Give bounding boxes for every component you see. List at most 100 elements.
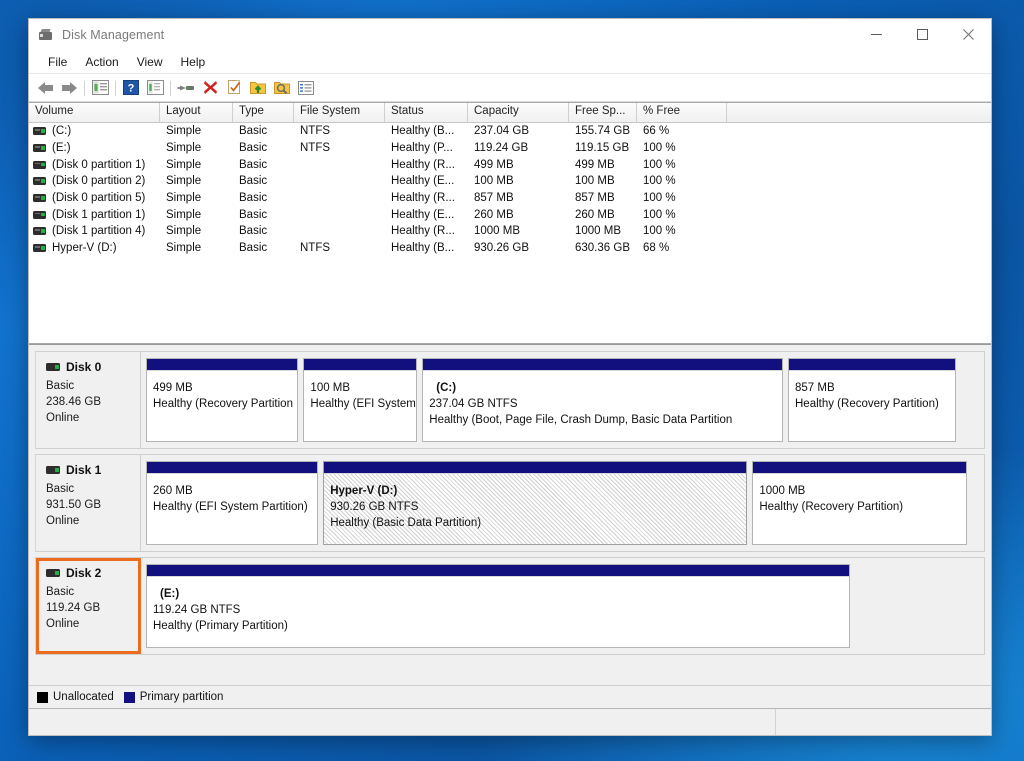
close-icon[interactable] [945,19,991,50]
disk-row-disk-2: Disk 2 Basic 119.24 GB Online (E:) 119.24 GB … [35,557,985,655]
volume-label: (Disk 1 partition 4) [52,225,146,238]
table-row[interactable]: (Disk 0 partition 2) Simple Basic Healthy (… [29,173,991,190]
column-header-type[interactable]: Type [233,103,294,122]
disk-state: Online [46,412,80,424]
maximize-icon[interactable] [899,19,945,50]
partition-status: Healthy (EFI System [310,398,416,410]
volume-label: (Disk 0 partition 2) [52,175,146,188]
toolbar: ? [29,74,991,102]
rescan-disks-icon[interactable] [222,76,246,99]
cell-free: 857 MB [575,192,615,205]
window-title-bar: Disk Management [29,19,991,50]
column-header-file-system[interactable]: File System [294,103,385,122]
cell-type: Basic [239,192,268,205]
disk-row-disk-0: Disk 0 Basic 238.46 GB Online 499 MB Healthy … [35,351,985,449]
partition-area-filler [972,461,984,545]
table-row[interactable]: (Disk 0 partition 5) Simple Basic Healthy (… [29,190,991,207]
table-row[interactable]: (Disk 1 partition 4) Simple Basic Healthy (… [29,223,991,240]
partition-block[interactable]: 100 MB Healthy (EFI System [303,358,418,442]
legend-swatch [123,691,135,703]
volume-icon [33,194,46,203]
cell-pctfree: 100 % [643,225,676,238]
cell-volume: Hyper-V (D:) [29,242,160,254]
partition-color-bar [147,462,318,474]
show-hide-console-tree-icon[interactable] [88,76,112,99]
partition-block[interactable]: (C:) 237.04 GB NTFS Healthy (Boot, Page Fi… [422,358,783,442]
column-header-layout[interactable]: Layout [160,103,233,122]
help-icon[interactable]: ? [119,76,143,99]
partition-details: 260 MB Healthy (EFI System Partition) [147,474,318,544]
cell-filesystem: NTFS [300,142,331,155]
cell-pctfree: 68 % [643,242,670,255]
cell-type: Basic [239,125,268,138]
cell-pctfree: 100 % [643,175,676,188]
menu-view[interactable]: View [128,53,172,71]
disk-info-panel[interactable]: Disk 1 Basic 931.50 GB Online [36,455,141,551]
partition-size: 100 MB [310,382,351,394]
cell-capacity: 857 MB [474,192,514,205]
minimize-icon[interactable] [853,19,899,50]
disk-name: Disk 0 [46,360,140,374]
table-row[interactable]: (Disk 1 partition 1) Simple Basic Healthy (… [29,206,991,223]
partition-area-filler [961,358,984,442]
column-header-free-sp[interactable]: Free Sp... [569,103,637,122]
view-options-icon[interactable] [294,76,318,99]
show-hide-action-pane-icon[interactable] [143,76,167,99]
disk-state: Online [46,618,80,630]
disk-info-panel[interactable]: Disk 2 Basic 119.24 GB Online [36,558,141,654]
volume-icon [33,177,46,186]
disk-icon [46,466,60,474]
forward-arrow-icon[interactable] [57,76,81,99]
disk-size: 931.50 GB [46,499,101,511]
properties-icon[interactable] [174,76,198,99]
cell-volume: (E:) [29,142,160,154]
menu-action[interactable]: Action [76,53,127,71]
column-header-volume[interactable]: Volume [29,103,160,122]
partition-color-bar [753,462,967,474]
create-vhd-icon[interactable] [246,76,270,99]
volume-icon [33,127,46,136]
disk-info-panel[interactable]: Disk 0 Basic 238.46 GB Online [36,352,141,448]
delete-icon[interactable] [198,76,222,99]
back-arrow-icon[interactable] [33,76,57,99]
partition-block[interactable]: (E:) 119.24 GB NTFS Healthy (Primary Parti… [146,564,851,648]
column-header-free[interactable]: % Free [637,103,727,122]
status-bar-message [29,709,776,735]
partition-block[interactable]: 857 MB Healthy (Recovery Partition) [788,358,956,442]
partition-details: Hyper-V (D:) 930.26 GB NTFS Healthy (Basic… [324,474,747,544]
volume-icon [33,210,46,219]
cell-free: 630.36 GB [575,242,630,255]
partition-status: Healthy (Boot, Page File, Crash Dump, Ba… [429,414,733,426]
table-row[interactable]: (Disk 0 partition 1) Simple Basic Healthy (… [29,156,991,173]
cell-layout: Simple [166,192,202,205]
menu-bar: File Action View Help [29,50,991,74]
column-header-capacity[interactable]: Capacity [468,103,569,122]
cell-status: Healthy (B... [391,125,455,138]
disk-management-icon [38,27,54,43]
partition-block[interactable]: 499 MB Healthy (Recovery Partition [146,358,299,442]
table-row[interactable]: (C:) Simple Basic NTFS Healthy (B... 237.04 G… [29,123,991,140]
disk-management-window: Disk Management File Action View Help ? … [28,18,992,736]
partition-block[interactable]: Hyper-V (D:) 930.26 GB NTFS Healthy (Basic… [323,461,748,545]
legend: Unallocated Primary partition [29,685,991,708]
column-header-status[interactable]: Status [385,103,468,122]
partition-status: Healthy (Primary Partition) [153,620,288,632]
table-row[interactable]: Hyper-V (D:) Simple Basic NTFS Healthy (B...… [29,240,991,257]
partition-label: Hyper-V (D:) [330,485,398,497]
attach-vhd-icon[interactable] [270,76,294,99]
menu-file[interactable]: File [39,53,76,71]
partition-details: (E:) 119.24 GB NTFS Healthy (Primary Parti… [147,577,850,647]
volume-label: (E:) [52,142,71,155]
volume-icon [33,227,46,236]
cell-type: Basic [239,158,268,171]
cell-layout: Simple [166,125,202,138]
table-row[interactable]: (E:) Simple Basic NTFS Healthy (P... 119.24 G… [29,140,991,157]
disk-size: 238.46 GB [46,396,101,408]
partition-block[interactable]: 260 MB Healthy (EFI System Partition) [146,461,319,545]
menu-help[interactable]: Help [172,53,215,71]
partition-size: 930.26 GB NTFS [330,501,419,513]
partition-details: 1000 MB Healthy (Recovery Partition) [753,474,967,544]
partition-block[interactable]: 1000 MB Healthy (Recovery Partition) [752,461,968,545]
legend-swatch [37,691,48,703]
disk-state: Online [46,515,80,527]
